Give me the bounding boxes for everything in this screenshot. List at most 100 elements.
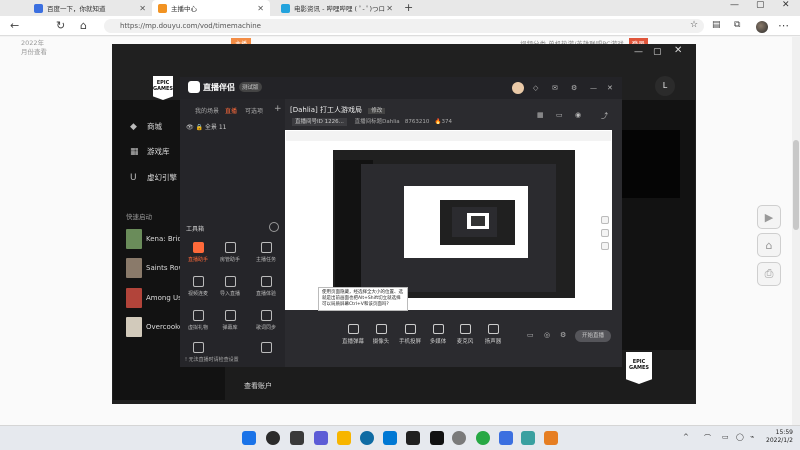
close-window-button[interactable]: ✕: [782, 0, 790, 10]
screen-icon[interactable]: ▭: [556, 111, 563, 119]
battery-icon[interactable]: ⌁: [750, 433, 754, 441]
app-icon[interactable]: [476, 431, 490, 445]
more-menu-icon[interactable]: ⋯: [778, 19, 789, 32]
start-menu-icon[interactable]: [242, 431, 256, 445]
search-icon[interactable]: [266, 431, 280, 445]
system-clock[interactable]: 15:59 2022/1/2: [766, 429, 793, 445]
mail-icon[interactable]: ✉: [552, 84, 558, 92]
close-tab-icon[interactable]: ✕: [386, 4, 393, 13]
game-item[interactable]: Kena: Bridg: [126, 229, 186, 249]
share-icon[interactable]: ⤴: [601, 111, 608, 121]
view-account-link[interactable]: 查看账户: [244, 381, 272, 391]
video-icon[interactable]: ▭: [527, 331, 534, 339]
companion-close-icon[interactable]: ✕: [607, 84, 613, 92]
preview-side-tool-icon: [601, 216, 609, 224]
page-scrollbar[interactable]: [792, 37, 800, 425]
edit-title-button[interactable]: 修改: [368, 108, 386, 114]
tray-expand-icon[interactable]: ^: [683, 433, 689, 441]
favorite-star-icon[interactable]: ☆: [690, 20, 698, 30]
epic-maximize-button[interactable]: ▢: [653, 47, 662, 57]
tool-extra[interactable]: [251, 342, 281, 356]
eye-icon[interactable]: ◎: [544, 331, 550, 339]
close-tab-icon[interactable]: ✕: [139, 4, 146, 13]
nav-unreal-engine[interactable]: U 虚幻引擎: [130, 172, 177, 183]
speaker-button[interactable]: 扬声器: [478, 324, 508, 345]
close-overlay-button[interactable]: ✕: [674, 45, 682, 56]
tool-extra[interactable]: [183, 342, 213, 356]
extensions-icon[interactable]: ⧉: [734, 20, 740, 30]
tool-experience[interactable]: 直播体验: [251, 276, 281, 297]
bottom-settings-icon[interactable]: ⚙: [560, 331, 566, 339]
companion-minimize-icon[interactable]: —: [590, 84, 597, 92]
volume-icon[interactable]: ◯: [736, 433, 744, 441]
nav-library[interactable]: ▦ 游戏库: [130, 146, 170, 157]
app-icon[interactable]: [452, 431, 466, 445]
game-item[interactable]: Overcooked: [126, 317, 188, 337]
maximize-button[interactable]: ▢: [756, 0, 765, 10]
tab-options[interactable]: 可选项: [245, 106, 263, 115]
collections-icon[interactable]: ▤: [712, 20, 721, 30]
epic-logo[interactable]: EPIC GAMES: [153, 76, 173, 100]
app-icon[interactable]: [521, 431, 535, 445]
camera-button[interactable]: 摄像头: [366, 324, 396, 345]
tab-my-scenes[interactable]: 我的场景: [195, 106, 219, 115]
tool-video-link[interactable]: 视频连麦: [183, 276, 213, 297]
lyrics-icon: [260, 310, 272, 321]
app-icon[interactable]: [499, 431, 513, 445]
live-danmaku-button[interactable]: 直播弹幕: [338, 324, 368, 345]
danmaku-icon: [224, 310, 236, 321]
file-explorer-icon[interactable]: [337, 431, 351, 445]
tool-import[interactable]: 导入直播: [215, 276, 245, 297]
scene-item[interactable]: 👁 🔒 全景 11: [186, 122, 226, 131]
close-tab-icon[interactable]: ✕: [257, 4, 264, 13]
epic-taskbar-icon[interactable]: [430, 431, 444, 445]
game-item[interactable]: Saints Row: [126, 258, 184, 278]
toolbox-more-icon[interactable]: [269, 222, 279, 232]
print-tool-icon[interactable]: ⎙: [757, 262, 781, 286]
game-item[interactable]: Among Us: [126, 288, 182, 308]
steam-icon[interactable]: [406, 431, 420, 445]
home-tool-icon[interactable]: ⌂: [757, 233, 781, 257]
tool-gift[interactable]: 虚拟礼物: [183, 310, 213, 331]
minimize-button[interactable]: —: [730, 0, 739, 10]
tool-live-assistant[interactable]: 直播助手: [183, 242, 213, 263]
wifi-icon[interactable]: ▭: [722, 433, 729, 441]
add-scene-icon[interactable]: +: [274, 104, 282, 114]
tool-lyrics[interactable]: 歌词同步: [251, 310, 281, 331]
tray-cloud-icon[interactable]: ⌒: [704, 433, 711, 443]
person-icon: [224, 242, 236, 253]
tool-label: 直播体验: [255, 291, 276, 297]
phone-cast-button[interactable]: 手机投屏: [395, 324, 425, 345]
tab-bilibili[interactable]: 电影资讯 - 哔哩哔哩 ( ﾟ- ﾟ)つロ ✕: [275, 0, 399, 16]
new-tab-button[interactable]: +: [404, 1, 413, 14]
address-bar[interactable]: https://mp.douyu.com/vod/timemachine: [104, 19, 704, 33]
companion-avatar[interactable]: [512, 82, 524, 94]
refresh-icon[interactable]: ↻: [56, 19, 65, 32]
layout-icon[interactable]: ▦: [537, 111, 544, 119]
edge-browser-icon[interactable]: [360, 431, 374, 445]
page-scroll-thumb[interactable]: [793, 140, 799, 230]
tool-danmaku[interactable]: 弹幕库: [215, 310, 245, 331]
home-icon[interactable]: ⌂: [80, 19, 87, 32]
play-tool-icon[interactable]: ▶: [757, 205, 781, 229]
tab-baidu[interactable]: 百度一下，你就知道 ✕: [28, 0, 152, 16]
record-icon[interactable]: ◉: [575, 111, 581, 119]
companion-taskbar-icon[interactable]: [544, 431, 558, 445]
tool-tasks[interactable]: 主播任务: [251, 242, 281, 263]
settings-gear-icon[interactable]: ⚙: [571, 84, 577, 92]
user-avatar[interactable]: L: [655, 76, 675, 96]
store-icon[interactable]: [383, 431, 397, 445]
task-view-icon[interactable]: [290, 431, 304, 445]
epic-minimize-button[interactable]: —: [634, 47, 643, 57]
nav-store[interactable]: ◆ 商城: [130, 121, 162, 132]
back-arrow-icon[interactable]: ←: [10, 19, 19, 32]
shirt-icon[interactable]: ◇: [533, 84, 538, 92]
start-live-button[interactable]: 开始直播: [575, 330, 611, 342]
microphone-button[interactable]: 麦克风: [450, 324, 480, 345]
tab-anchor-center[interactable]: 主播中心 ✕: [152, 0, 270, 16]
tool-room-manager[interactable]: 房管助手: [215, 242, 245, 263]
tab-live[interactable]: 直播: [225, 106, 237, 115]
widgets-icon[interactable]: [314, 431, 328, 445]
media-button[interactable]: 多媒体: [423, 324, 453, 345]
profile-avatar[interactable]: [756, 21, 768, 33]
